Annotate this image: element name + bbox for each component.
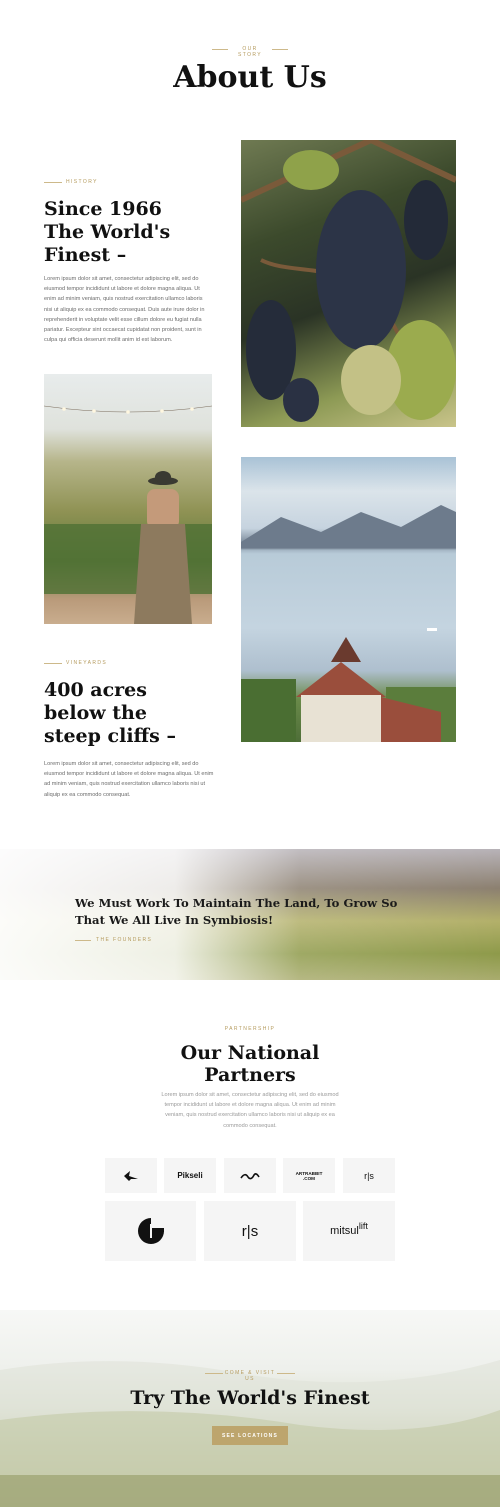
history-eyebrow: HISTORY [66,179,98,185]
cta-eyebrow: COME & VISIT US [224,1370,276,1382]
history-title-line: The World's [44,221,171,243]
pikseli-logo: Pikseli [177,1171,203,1180]
rs-logo: r|s [364,1170,374,1181]
divider [205,1373,223,1374]
partner-logo-bird[interactable] [105,1158,157,1193]
vineyards-title-line: below the [44,702,147,724]
divider [272,49,288,50]
quote-banner: We Must Work To Maintain The Land, To Gr… [0,849,500,980]
partner-logo-mitsulift[interactable]: mitsul lift [303,1201,395,1261]
vineyards-body: Lorem ipsum dolor sit amet, consectetur … [44,761,214,798]
quote-text-line: We Must Work To Maintain The Land, To Gr… [75,896,398,910]
vineyards-eyebrow: VINEYARDS [66,660,108,666]
divider [277,1373,295,1374]
divider [44,663,62,664]
quote-attribution: THE FOUNDERS [96,937,153,943]
divider [212,49,228,50]
partner-logo-e[interactable] [105,1201,196,1261]
history-body: Lorem ipsum dolor sit amet, consectetur … [44,276,205,344]
page-title: About Us [173,60,327,95]
header-eyebrow: OUR STORY [237,46,263,58]
partner-logo-pikseli[interactable]: Pikseli [164,1158,216,1193]
quote-text: We Must Work To Maintain The Land, To Gr… [75,895,397,929]
woman-photo [44,374,212,624]
partner-logo-rs[interactable]: r|s [343,1158,395,1193]
bird-icon [124,1170,138,1181]
vineyards-title-line: 400 acres [44,679,147,701]
partner-logo-artrabbit[interactable]: ARTRABBIT .COM [283,1158,335,1193]
partners-title-line: Partners [204,1064,296,1086]
vineyards-title-line: steep cliffs – [44,725,176,747]
lake-photo [241,457,456,742]
history-title-line: Finest – [44,244,127,266]
partners-title: Our National Partners [0,1042,500,1086]
vineyards-title: 400 acres below the steep cliffs – [44,679,176,748]
partners-title-line: Our National [180,1042,320,1064]
artrabbit-logo-suffix: .COM [303,1175,315,1181]
quote-text-line: That We All Live In Symbiosis! [75,913,274,927]
divider [44,182,62,183]
history-title-line: Since 1966 [44,198,162,220]
partners-eyebrow: PARTNERSHIP [224,1026,276,1032]
partners-body: Lorem ipsum dolor sit amet, consectetur … [161,1092,339,1129]
cta-title: Try The World's Finest [130,1387,370,1409]
e-logo-icon [137,1218,164,1244]
lift-logo: lift [358,1221,368,1231]
see-locations-button[interactable]: SEE LOCATIONS [212,1426,288,1445]
partner-logo-rs-large[interactable]: r|s [204,1201,296,1261]
grapes-photo [241,140,456,427]
wave-icon [240,1172,260,1179]
cta-section: COME & VISIT US Try The World's Finest S… [0,1310,500,1507]
rs-logo: r|s [241,1222,259,1240]
mitsul-logo: mitsul [330,1225,359,1237]
history-title: Since 1966 The World's Finest – [44,198,170,267]
partner-logo-wave[interactable] [224,1158,276,1193]
divider [75,940,91,941]
